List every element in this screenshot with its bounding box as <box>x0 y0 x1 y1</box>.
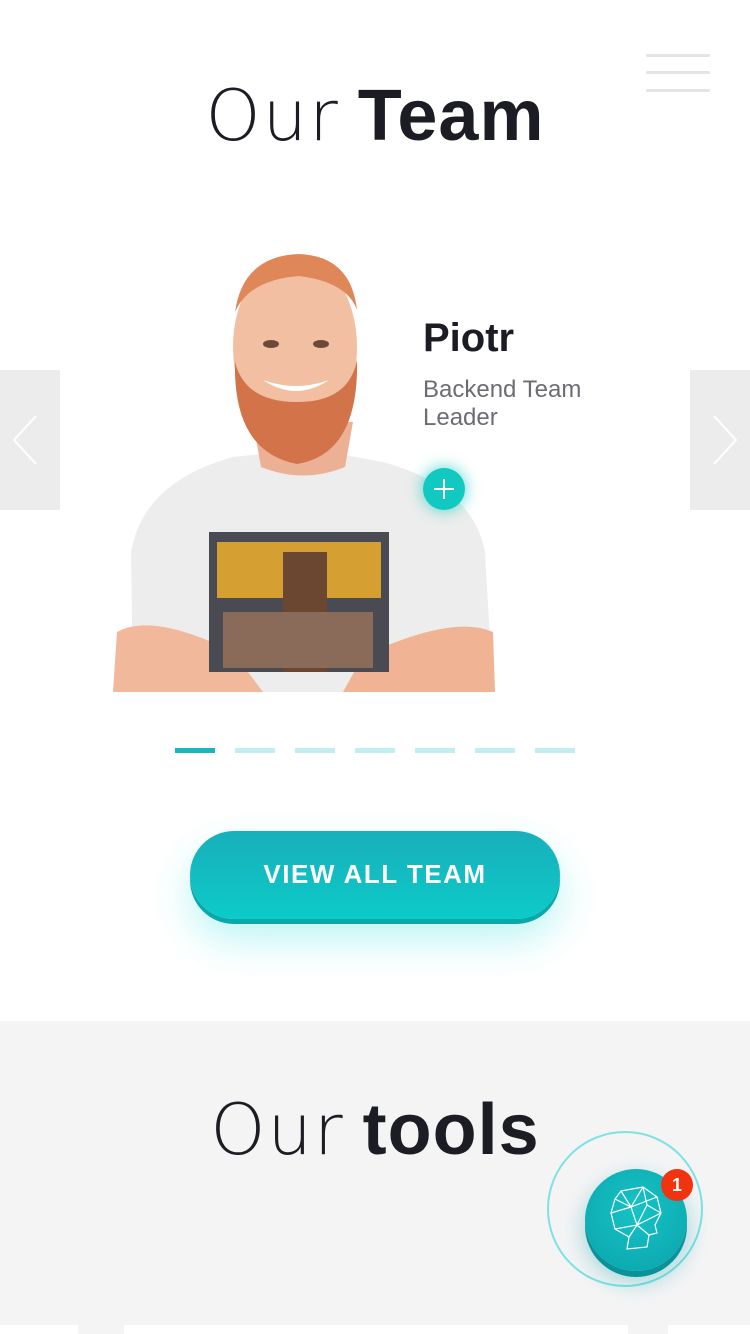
tool-card[interactable] <box>124 1325 628 1334</box>
pagination-dot[interactable] <box>475 748 515 753</box>
team-section-title: Our Team <box>0 80 750 152</box>
chevron-left-icon <box>12 415 37 465</box>
tools-title-bold: tools <box>362 1090 540 1170</box>
tool-card[interactable] <box>668 1325 750 1334</box>
menu-line <box>646 71 710 74</box>
member-name: Piotr <box>423 316 515 360</box>
team-title-bold: Team <box>357 76 545 156</box>
slider-prev-button[interactable] <box>0 370 60 510</box>
notification-badge: 1 <box>661 1169 693 1201</box>
pagination-dot[interactable] <box>535 748 575 753</box>
menu-line <box>646 54 710 57</box>
member-role: Backend Team Leader <box>423 376 582 431</box>
pagination-dot[interactable] <box>175 748 215 753</box>
chatbot-widget[interactable]: 1 <box>547 1131 703 1287</box>
chevron-right-icon <box>713 415 738 465</box>
pagination-dot[interactable] <box>355 748 395 753</box>
pagination-dot[interactable] <box>415 748 455 753</box>
pagination-dot[interactable] <box>295 748 335 753</box>
view-all-team-button[interactable]: VIEW ALL TEAM <box>190 831 560 919</box>
tool-card[interactable] <box>0 1325 78 1334</box>
robot-head-icon <box>610 1186 662 1250</box>
member-details-plus-button[interactable] <box>423 468 465 510</box>
team-title-light: Our <box>205 75 340 157</box>
slider-next-button[interactable] <box>690 370 750 510</box>
tools-title-light: Our <box>210 1089 345 1171</box>
pagination-dot[interactable] <box>235 748 275 753</box>
